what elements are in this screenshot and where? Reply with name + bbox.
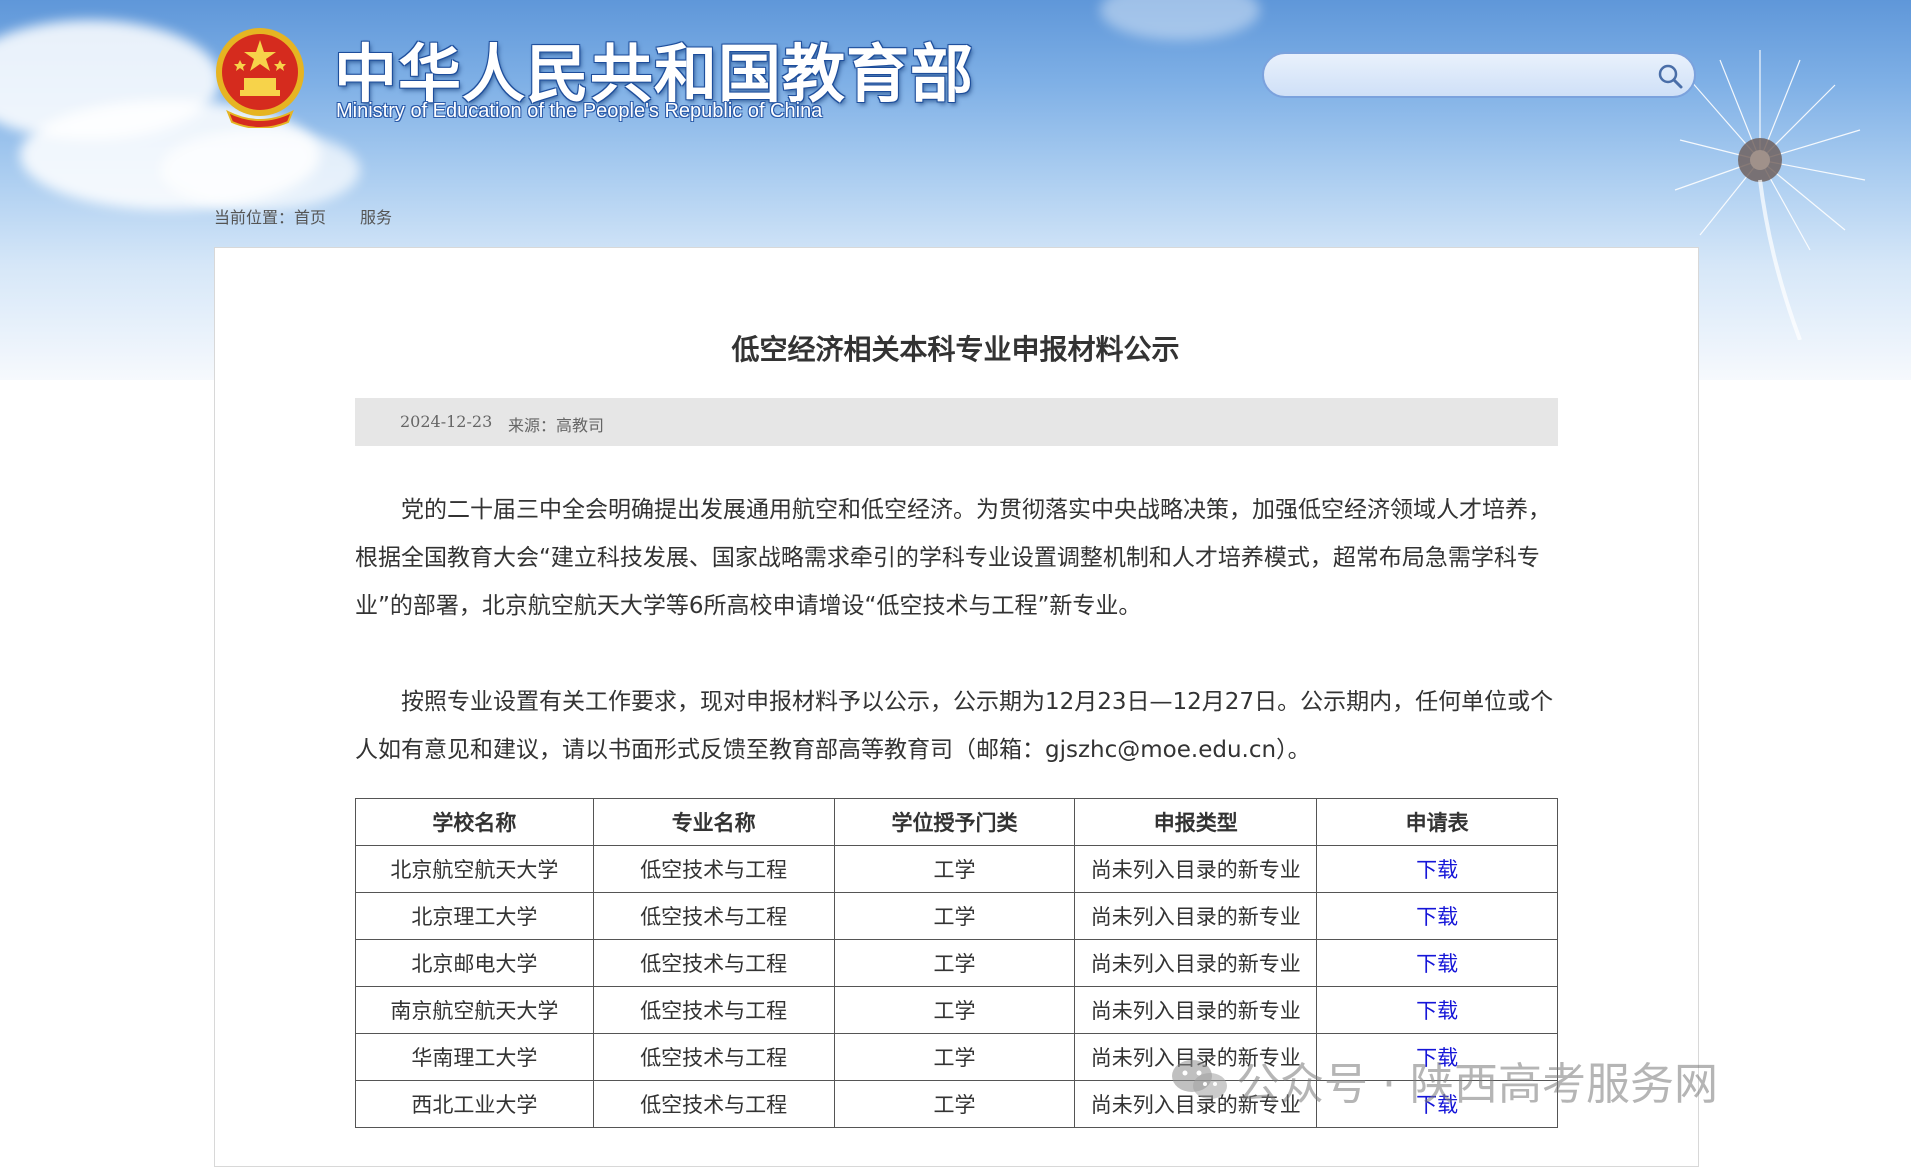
breadcrumb: 当前位置：首页 服务: [214, 204, 392, 228]
cell-school: 西北工业大学: [355, 1080, 594, 1128]
table-row: 北京邮电大学 低空技术与工程 工学 尚未列入目录的新专业 下载: [355, 939, 1558, 987]
cell-major: 低空技术与工程: [592, 845, 835, 893]
column-header-form: 申请表: [1316, 798, 1558, 846]
table-header-row: 学校名称 专业名称 学位授予门类 申报类型 申请表: [355, 798, 1558, 846]
breadcrumb-prefix: 当前位置：: [214, 208, 295, 227]
cell-major: 低空技术与工程: [592, 1080, 835, 1128]
cell-school: 华南理工大学: [355, 1033, 594, 1081]
cell-form: 下载: [1316, 939, 1558, 987]
column-header-degree: 学位授予门类: [833, 798, 1076, 846]
search-icon[interactable]: [1656, 62, 1684, 90]
wechat-icon: [1172, 1060, 1227, 1099]
article-paragraph-2: 按照专业设置有关工作要求，现对申报材料予以公示，公示期为12月23日—12月27…: [355, 689, 1554, 763]
download-link[interactable]: 下载: [1416, 952, 1458, 976]
article-meta: 2024-12-23 来源：高教司: [355, 398, 1558, 446]
column-header-type: 申报类型: [1074, 798, 1318, 846]
cell-type: 尚未列入目录的新专业: [1074, 939, 1318, 987]
cell-major: 低空技术与工程: [592, 986, 835, 1034]
download-link[interactable]: 下载: [1416, 999, 1458, 1023]
cell-degree: 工学: [833, 1033, 1076, 1081]
cell-type: 尚未列入目录的新专业: [1074, 845, 1318, 893]
cell-degree: 工学: [833, 845, 1076, 893]
article-title: 低空经济相关本科专业申报材料公示: [731, 333, 1180, 366]
cell-form: 下载: [1316, 892, 1558, 940]
article-paragraph-1: 党的二十届三中全会明确提出发展通用航空和低空经济。为贯彻落实中央战略决策，加强低…: [355, 497, 1551, 619]
cell-school: 北京邮电大学: [355, 939, 594, 987]
cell-school: 南京航空航天大学: [355, 986, 594, 1034]
table-row: 南京航空航天大学 低空技术与工程 工学 尚未列入目录的新专业 下载: [355, 986, 1558, 1034]
column-header-school: 学校名称: [355, 798, 594, 846]
watermark: 公众号 · 陕西高考服务网: [1168, 1048, 1718, 1112]
cell-school: 北京理工大学: [355, 892, 594, 940]
table-row: 北京理工大学 低空技术与工程 工学 尚未列入目录的新专业 下载: [355, 892, 1558, 940]
cell-degree: 工学: [833, 986, 1076, 1034]
cell-form: 下载: [1316, 845, 1558, 893]
cell-degree: 工学: [833, 1080, 1076, 1128]
cell-form: 下载: [1316, 986, 1558, 1034]
breadcrumb-service[interactable]: 服务: [360, 208, 392, 227]
site-subtitle: Ministry of Education of the People's Re…: [336, 100, 823, 122]
article-source: 来源：高教司: [508, 416, 605, 435]
cell-major: 低空技术与工程: [592, 1033, 835, 1081]
breadcrumb-home[interactable]: 首页: [294, 208, 326, 227]
cell-school: 北京航空航天大学: [355, 845, 594, 893]
cell-type: 尚未列入目录的新专业: [1074, 986, 1318, 1034]
article-date: 2024-12-23: [400, 412, 493, 431]
download-link[interactable]: 下载: [1416, 905, 1458, 929]
search-input[interactable]: [1282, 62, 1636, 90]
table-row: 北京航空航天大学 低空技术与工程 工学 尚未列入目录的新专业 下载: [355, 845, 1558, 893]
column-header-major: 专业名称: [592, 798, 835, 846]
cell-degree: 工学: [833, 892, 1076, 940]
cell-type: 尚未列入目录的新专业: [1074, 892, 1318, 940]
cell-major: 低空技术与工程: [592, 939, 835, 987]
national-emblem-icon: [216, 28, 304, 128]
watermark-text: 公众号 · 陕西高考服务网: [1236, 1059, 1718, 1110]
cell-degree: 工学: [833, 939, 1076, 987]
search-bar: [1262, 52, 1696, 98]
download-link[interactable]: 下载: [1416, 858, 1458, 882]
cell-major: 低空技术与工程: [592, 892, 835, 940]
